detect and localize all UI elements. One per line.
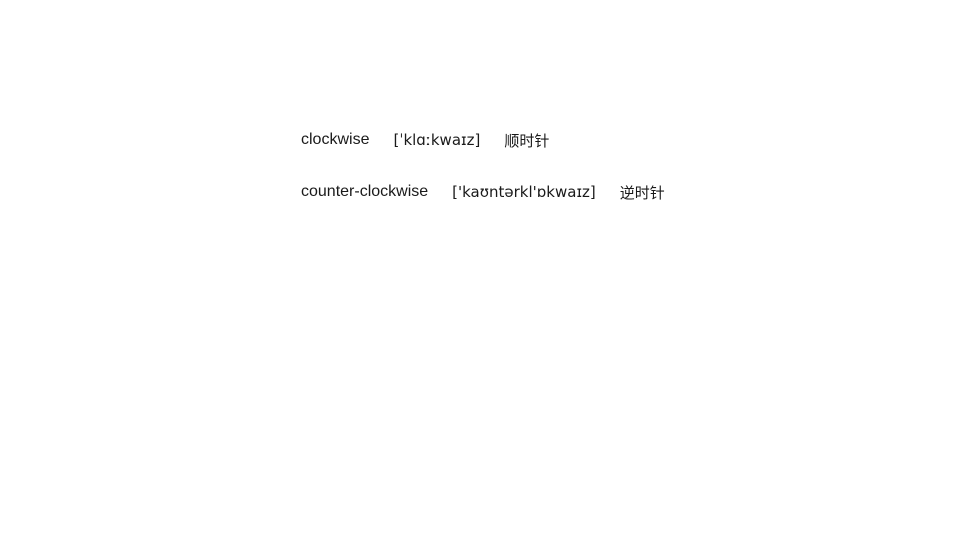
vocab-phonetic: [ˈklɑːkwaɪz] — [393, 131, 481, 149]
vocab-meaning: 顺时针 — [504, 131, 550, 150]
vocab-row-counter-clockwise: counter-clockwise ['kaʊntərkl'ɒkwaɪz] 逆时… — [301, 181, 665, 203]
slide: clockwise [ˈklɑːkwaɪz] 顺时针 counter-clock… — [0, 0, 960, 540]
vocab-word: clockwise — [301, 131, 370, 148]
vocab-phonetic: ['kaʊntərkl'ɒkwaɪz] — [452, 183, 596, 201]
vocab-word: counter-clockwise — [301, 183, 429, 200]
vocab-meaning: 逆时针 — [619, 183, 665, 202]
vocab-row-clockwise: clockwise [ˈklɑːkwaɪz] 顺时针 — [301, 129, 549, 151]
